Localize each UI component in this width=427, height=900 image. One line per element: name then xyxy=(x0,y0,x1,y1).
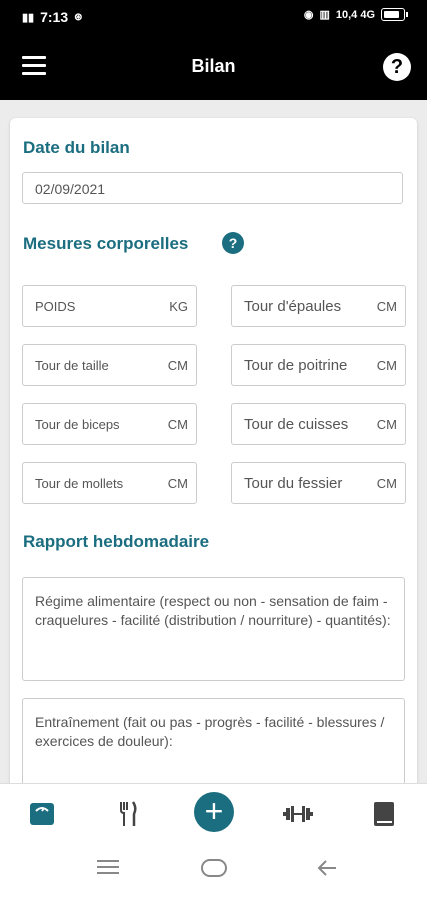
dumbbell-icon xyxy=(283,806,313,822)
status-bar: ▮▮ 7:13 ⊛ ◉ ▥ 10,4 4G xyxy=(0,0,427,34)
signal-icon: ▮▮ xyxy=(22,11,35,24)
back-icon xyxy=(317,860,336,876)
app-bar: Bilan ? xyxy=(0,34,427,100)
field-unit: CM xyxy=(376,358,397,373)
book-icon xyxy=(374,802,394,826)
mesures-help-button[interactable]: ? xyxy=(222,232,244,254)
field-label: Tour de biceps xyxy=(35,417,120,432)
bilan-card: Date du bilan 02/09/2021 Mesures corpore… xyxy=(10,118,417,798)
help-button[interactable]: ? xyxy=(383,53,411,81)
add-button[interactable]: + xyxy=(194,792,234,832)
nav-workouts[interactable] xyxy=(278,794,318,834)
date-field[interactable]: 02/09/2021 xyxy=(22,172,403,204)
tour-poitrine-field[interactable]: Tour de poitrine CM xyxy=(231,344,406,386)
field-unit: CM xyxy=(167,417,188,432)
field-label: Tour du fessier xyxy=(244,475,343,492)
back-button[interactable] xyxy=(316,859,338,882)
tour-cuisses-field[interactable]: Tour de cuisses CM xyxy=(231,403,406,445)
date-section-title: Date du bilan xyxy=(23,138,130,157)
tour-mollets-field[interactable]: Tour de mollets CM xyxy=(22,462,197,504)
field-label: Tour d'épaules xyxy=(244,298,342,315)
scale-icon xyxy=(30,803,54,825)
field-unit: CM xyxy=(167,476,188,491)
bottom-nav: + xyxy=(0,783,427,842)
mesures-section-title: Mesures corporelles xyxy=(23,234,189,253)
fork-knife-icon xyxy=(120,801,137,826)
tour-biceps-field[interactable]: Tour de biceps CM xyxy=(22,403,197,445)
tour-taille-field[interactable]: Tour de taille CM xyxy=(22,344,197,386)
recents-button[interactable] xyxy=(97,859,119,880)
field-unit: CM xyxy=(167,358,188,373)
field-unit: CM xyxy=(376,299,397,314)
field-label: Tour de mollets xyxy=(35,476,124,491)
nav-meals[interactable] xyxy=(108,794,148,834)
field-label: Tour de poitrine xyxy=(244,357,348,374)
field-unit: KG xyxy=(169,299,188,314)
vibrate-icon: ▥ xyxy=(319,9,330,21)
field-unit: CM xyxy=(376,476,397,491)
home-icon xyxy=(201,859,227,877)
poids-field[interactable]: POIDS KG xyxy=(22,285,197,327)
rapport-section-title: Rapport hebdomadaire xyxy=(23,532,210,551)
nav-journal[interactable] xyxy=(364,794,404,834)
battery-icon xyxy=(381,8,408,21)
tour-epaules-field[interactable]: Tour d'épaules CM xyxy=(231,285,406,327)
status-network: 10,4 4G xyxy=(335,8,375,21)
status-time: 7:13 xyxy=(40,9,69,25)
notification-icon: ⊛ xyxy=(74,11,83,23)
home-button[interactable] xyxy=(201,859,227,882)
recents-icon xyxy=(97,860,119,874)
regime-textarea[interactable]: Régime alimentaire (respect ou non - sen… xyxy=(22,577,405,681)
tour-fessier-field[interactable]: Tour du fessier CM xyxy=(231,462,406,504)
alarm-icon: ◉ xyxy=(303,9,314,21)
system-nav xyxy=(0,841,427,900)
page-title: Bilan xyxy=(191,56,236,76)
field-label: POIDS xyxy=(35,299,76,314)
nav-scale[interactable] xyxy=(22,794,62,834)
field-label: Tour de cuisses xyxy=(244,416,349,433)
field-unit: CM xyxy=(376,417,397,432)
field-label: Tour de taille xyxy=(35,358,109,373)
